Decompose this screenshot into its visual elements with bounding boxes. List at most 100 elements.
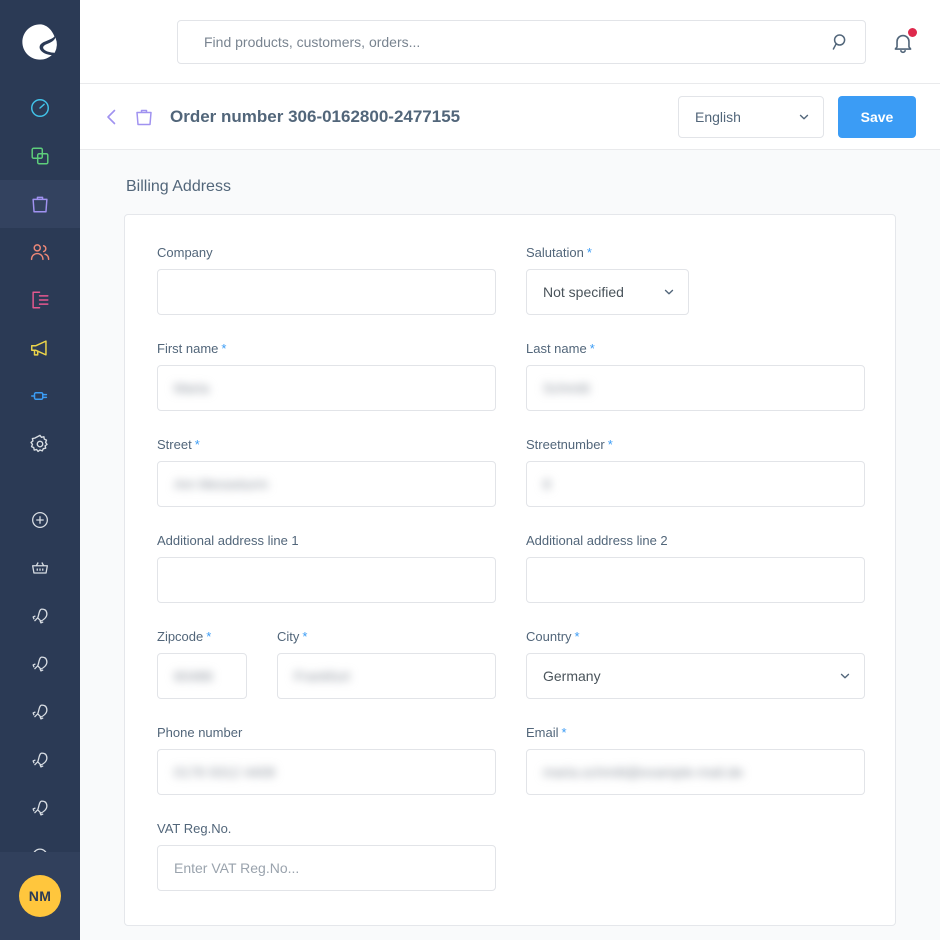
basket-icon [32,562,48,574]
form-row-additional-address: Additional address line 1 Additional add… [157,533,865,603]
back-button[interactable] [100,105,124,129]
page-content: Billing Address Company Salutation * Not… [80,150,940,940]
label-first-name: First name * [157,341,496,356]
search-box[interactable] [177,19,866,64]
form-row-company-salutation: Company Salutation * Not specified [157,245,863,315]
label-email: Email * [526,725,865,740]
chevron-down-icon [840,673,850,679]
required-marker: * [302,629,308,644]
sidebar-item-extensions[interactable] [0,372,80,420]
company-input[interactable] [157,269,496,315]
label-streetnumber-text: Streetnumber [526,437,605,452]
search-input[interactable] [178,33,865,50]
sidebar-item-rocket-app-3[interactable] [0,688,80,736]
first-name-input[interactable]: Maria [157,365,496,411]
first-name-value: Maria [174,380,210,396]
address-line-2-input[interactable] [526,557,865,603]
field-group-zipcode: Zipcode * 60486 [157,629,247,699]
label-salutation-text: Salutation [526,245,584,260]
country-value: Germany [543,668,601,684]
zip-city-group: Zipcode * 60486 City * Frankfurt [157,629,496,699]
sidebar-item-basket-app[interactable] [0,544,80,592]
streetnumber-input[interactable]: 8 [526,461,865,507]
sidebar-item-rocket-app-5[interactable] [0,784,80,832]
avatar[interactable]: NM [19,875,61,917]
street-value: Am Messeturm [174,476,269,492]
salutation-select[interactable]: Not specified [526,269,689,315]
label-address-line-2: Additional address line 2 [526,533,865,548]
sidebar-item-customers[interactable] [0,228,80,276]
form-row-names: First name * Maria Last name * Schmitt [157,341,865,411]
sidebar-user-area: NM [0,852,80,940]
label-last-name-text: Last name [526,341,587,356]
required-marker: * [574,629,580,644]
label-city: City * [277,629,496,644]
gear-icon [30,434,48,453]
label-street: Street * [157,437,496,452]
rocket-icon [32,752,48,768]
email-value: maria.schmitt@example-mail.de [543,764,744,780]
required-marker: * [586,245,592,260]
zipcode-value: 60486 [174,668,213,684]
section-title-billing-address: Billing Address [126,178,231,195]
label-salutation: Salutation * [526,245,689,260]
label-zipcode: Zipcode * [157,629,247,644]
city-input[interactable]: Frankfurt [277,653,496,699]
last-name-input[interactable]: Schmitt [526,365,865,411]
sidebar-item-orders[interactable] [0,180,80,228]
chevron-down-icon [664,289,674,295]
required-marker: * [561,725,567,740]
rocket-icon [32,704,48,720]
salutation-value: Not specified [543,284,624,300]
phone-input[interactable]: 0176 9312 4408 [157,749,496,795]
field-group-email: Email * maria.schmitt@example-mail.de [526,725,865,795]
vat-placeholder: Enter VAT Reg.No... [174,860,300,876]
customers-icon [30,244,50,261]
orders-icon [136,109,152,125]
sidebar-item-dashboard[interactable] [0,84,80,132]
sidebar-item-content[interactable] [0,276,80,324]
label-phone: Phone number [157,725,496,740]
field-group-salutation: Salutation * Not specified [526,245,689,315]
field-group-address-line-2: Additional address line 2 [526,533,865,603]
sidebar-item-catalogues[interactable] [0,132,80,180]
language-select[interactable]: English [678,95,824,138]
form-row-phone-email: Phone number 0176 9312 4408 Email * maria… [157,725,865,795]
sidebar-item-settings[interactable] [0,420,80,468]
search-icon[interactable] [831,32,851,52]
notifications-button[interactable] [890,27,917,55]
country-select[interactable]: Germany [526,653,865,699]
chevron-down-icon [799,114,809,119]
label-country-text: Country [526,629,572,644]
sidebar-item-rocket-app-1[interactable] [0,592,80,640]
field-group-street: Street * Am Messeturm [157,437,496,507]
label-zipcode-text: Zipcode [157,629,204,644]
sidebar-item-rocket-app-4[interactable] [0,736,80,784]
street-input[interactable]: Am Messeturm [157,461,496,507]
sidebar-item-rocket-app-2[interactable] [0,640,80,688]
label-city-text: City [277,629,300,644]
required-marker: * [206,629,212,644]
vat-input[interactable]: Enter VAT Reg.No... [157,845,496,891]
shopware-logo[interactable] [0,0,80,84]
sidebar-item-marketing[interactable] [0,324,80,372]
app-root: NM Find products, customers, orders... O… [0,0,940,940]
order-icon-button[interactable] [132,105,156,129]
sidebar: NM [0,0,80,940]
phone-value: 0176 9312 4408 [174,764,276,780]
top-search-bar [80,0,940,84]
rocket-icon [32,608,48,624]
form-row-street: Street * Am Messeturm Streetnumber * 8 [157,437,865,507]
sidebar-item-add-app[interactable] [0,496,80,544]
dashboard-icon [31,99,49,117]
email-input[interactable]: maria.schmitt@example-mail.de [526,749,865,795]
language-select-value: English [695,108,741,125]
notification-badge-dot [908,27,917,37]
save-button[interactable]: Save [838,95,916,138]
rocket-icon [32,656,48,672]
field-group-country: Country * Germany [526,629,865,699]
label-streetnumber: Streetnumber * [526,437,865,452]
address-line-1-input[interactable] [157,557,496,603]
zipcode-input[interactable]: 60486 [157,653,247,699]
label-phone-text: Phone number [157,725,243,740]
